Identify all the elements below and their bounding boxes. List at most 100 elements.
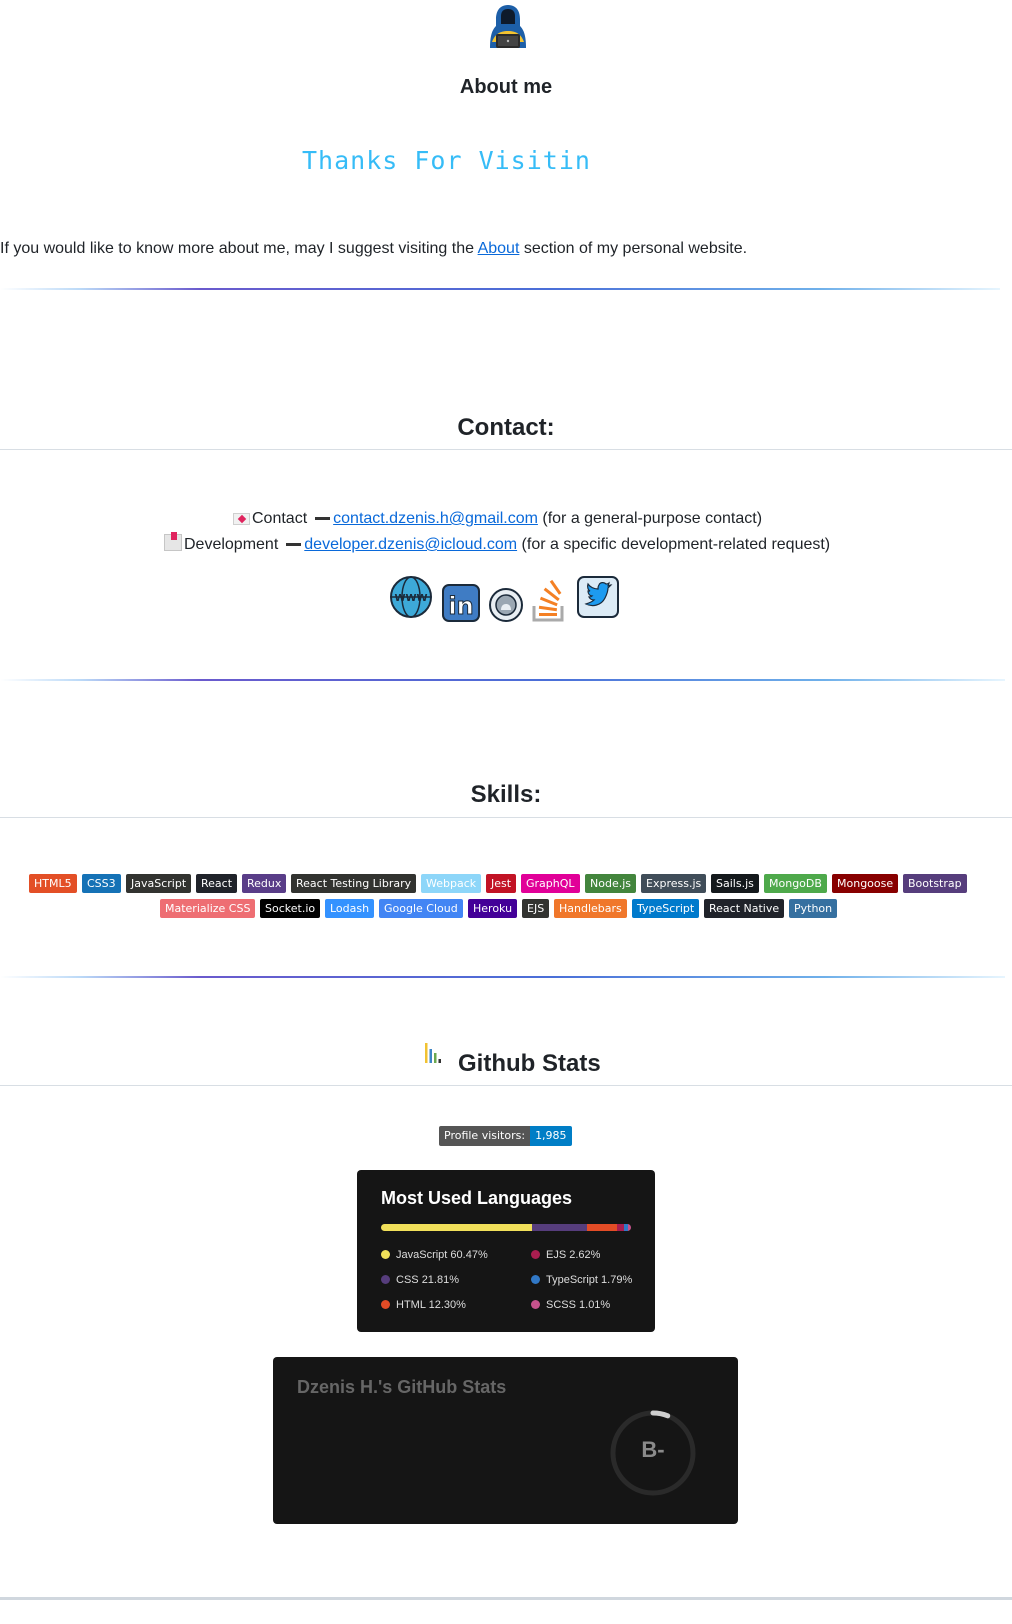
skill-badge: Express.js bbox=[641, 874, 707, 893]
language-legend-item: CSS 21.81% bbox=[381, 1274, 459, 1286]
social-links: WWW in bbox=[389, 574, 629, 626]
skill-badge: JavaScript bbox=[126, 874, 192, 893]
legend-dot-icon bbox=[381, 1250, 390, 1259]
skill-badge: Bootstrap bbox=[903, 874, 967, 893]
language-legend-item: HTML 12.30% bbox=[381, 1299, 466, 1311]
skill-badge: Node.js bbox=[585, 874, 636, 893]
legend-dot-icon bbox=[531, 1300, 540, 1309]
bottom-divider bbox=[0, 1597, 1012, 1600]
visitors-count: 1,985 bbox=[530, 1126, 572, 1146]
linkedin-text: in bbox=[448, 592, 473, 620]
github-icon[interactable] bbox=[488, 587, 524, 623]
languages-card-title: Most Used Languages bbox=[381, 1188, 573, 1208]
hacker-avatar-icon bbox=[490, 5, 526, 48]
language-bar-segment bbox=[532, 1224, 587, 1231]
stackoverflow-icon[interactable] bbox=[530, 578, 568, 624]
contact-email-link[interactable]: contact.dzenis.h@gmail.com bbox=[333, 510, 538, 527]
skill-badge: TypeScript bbox=[632, 899, 700, 918]
skill-badge: Mongoose bbox=[832, 874, 899, 893]
inbox-icon bbox=[164, 532, 182, 551]
legend-dot-icon bbox=[531, 1275, 540, 1284]
profile-visitors-badge: Profile visitors: 1,985 bbox=[439, 1126, 572, 1146]
skill-badge: Python bbox=[789, 899, 838, 918]
contact-label: Contact bbox=[252, 510, 308, 527]
stats-card-title: Dzenis H.'s GitHub Stats bbox=[297, 1377, 507, 1397]
skill-badge: React bbox=[196, 874, 238, 893]
skill-badge: CSS3 bbox=[82, 874, 121, 893]
heading-underline bbox=[0, 1085, 1012, 1086]
skills-heading: Skills: bbox=[470, 781, 542, 808]
language-legend-item: EJS 2.62% bbox=[531, 1249, 600, 1261]
language-percent: 1.79% bbox=[601, 1274, 633, 1286]
rank-letter: B- bbox=[641, 1437, 665, 1462]
typing-banner: Thanks For Visitin bbox=[302, 146, 591, 175]
language-legend-item: TypeScript 1.79% bbox=[531, 1274, 632, 1286]
github-stats-heading: Github Stats bbox=[458, 1050, 601, 1077]
about-title: About me bbox=[459, 76, 553, 98]
most-used-languages-card: Most Used Languages JavaScript 60.47% CSS… bbox=[357, 1170, 655, 1332]
heading-underline bbox=[0, 449, 1012, 450]
language-bar-segment bbox=[586, 1224, 618, 1231]
skill-badge: Redux bbox=[242, 874, 287, 893]
skill-badge: HTML5 bbox=[29, 874, 77, 893]
linkedin-icon[interactable]: in bbox=[442, 584, 480, 622]
skill-badge: Sails.js bbox=[711, 874, 759, 893]
skill-badge: React Native bbox=[704, 899, 785, 918]
language-name: SCSS bbox=[546, 1299, 580, 1311]
legend-dot-icon bbox=[381, 1300, 390, 1309]
intro-text-before: If you would like to know more about me,… bbox=[0, 240, 478, 257]
skill-badge: Handlebars bbox=[554, 899, 627, 918]
about-intro: If you would like to know more about me,… bbox=[0, 240, 747, 258]
language-name: EJS bbox=[546, 1249, 570, 1261]
legend-dot-icon bbox=[381, 1275, 390, 1284]
skill-badges: HTML5 CSS3 JavaScript React Redux React Testi… bbox=[0, 0, 1012, 918]
www-text: WWW bbox=[394, 593, 427, 604]
development-label: Development bbox=[184, 536, 279, 553]
skill-badge: GraphQL bbox=[521, 874, 580, 893]
languages-progress-bar bbox=[381, 1224, 631, 1231]
contact-note: (for a general-purpose contact) bbox=[537, 510, 763, 527]
language-name: HTML bbox=[396, 1299, 429, 1311]
skill-badge: MongoDB bbox=[764, 874, 827, 893]
github-stats-card: Dzenis H.'s GitHub Stats B- bbox=[273, 1357, 738, 1524]
skill-badge: Webpack bbox=[421, 874, 482, 893]
language-legend-item: JavaScript 60.47% bbox=[381, 1249, 488, 1261]
development-note: (for a specific development-related requ… bbox=[517, 536, 831, 553]
dash-icon bbox=[286, 543, 302, 547]
heading-underline bbox=[0, 817, 1012, 818]
visitors-label: Profile visitors: bbox=[439, 1126, 531, 1146]
development-email-link[interactable]: developer.dzenis@icloud.com bbox=[304, 536, 517, 553]
globe-www-icon[interactable]: WWW bbox=[389, 575, 433, 619]
twitter-icon[interactable] bbox=[577, 576, 619, 618]
skill-badge: Heroku bbox=[468, 899, 518, 918]
language-percent: 60.47% bbox=[450, 1249, 488, 1261]
skill-badge: Jest bbox=[486, 874, 517, 893]
language-name: TypeScript bbox=[546, 1274, 602, 1286]
gradient-divider bbox=[0, 976, 1005, 978]
language-name: JavaScript bbox=[396, 1249, 451, 1261]
legend-dot-icon bbox=[531, 1250, 540, 1259]
bar-chart-icon bbox=[425, 1043, 441, 1063]
skill-badge: Google Cloud bbox=[379, 899, 463, 918]
contact-line: Contact contact.dzenis.h@gmail.com (for a… bbox=[233, 510, 762, 528]
gradient-divider bbox=[0, 679, 1005, 681]
language-legend-item: SCSS 1.01% bbox=[531, 1299, 610, 1311]
language-percent: 2.62% bbox=[569, 1249, 601, 1261]
dash-icon bbox=[315, 517, 331, 521]
language-bar-segment bbox=[628, 1224, 631, 1231]
skill-badge: Socket.io bbox=[260, 899, 321, 918]
contact-heading: Contact: bbox=[457, 414, 555, 441]
skill-badge: Materialize CSS bbox=[160, 899, 256, 918]
skill-badge: React Testing Library bbox=[291, 874, 417, 893]
intro-text-after: section of my personal website. bbox=[519, 240, 748, 257]
language-name: CSS bbox=[396, 1274, 422, 1286]
skill-badge: EJS bbox=[522, 899, 550, 918]
gradient-divider bbox=[0, 288, 1000, 290]
language-percent: 12.30% bbox=[428, 1299, 466, 1311]
skill-badge: Lodash bbox=[325, 899, 375, 918]
love-letter-icon bbox=[233, 512, 250, 525]
language-percent: 21.81% bbox=[421, 1274, 459, 1286]
development-line: Development developer.dzenis@icloud.com (… bbox=[164, 532, 831, 554]
language-percent: 1.01% bbox=[579, 1299, 611, 1311]
about-link[interactable]: About bbox=[478, 240, 520, 257]
